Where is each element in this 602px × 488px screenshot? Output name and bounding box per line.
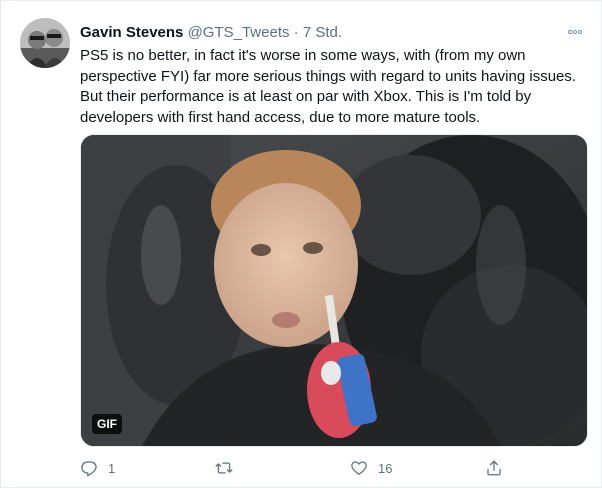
reply-button[interactable]: 1 [80,457,115,479]
reply-count: 1 [108,460,116,476]
tweet-text: PS5 is no better, in fact it's worse in … [80,47,577,126]
share-icon [487,460,501,476]
share-button[interactable] [485,457,503,479]
like-count: 16 [378,460,393,476]
display-name[interactable]: Gavin Stevens [80,24,183,41]
gif-badge: GIF [92,414,122,434]
avatar-image [20,18,70,68]
heart-icon [351,461,367,476]
tweet-header: Gavin Stevens @GTS_Tweets · 7 Std. [80,23,561,43]
retweet-button[interactable] [215,457,243,479]
retweet-icon [215,462,233,474]
more-options-button[interactable] [565,23,585,43]
like-button[interactable]: 16 [350,457,392,479]
gif-media[interactable]: GIF [80,134,588,447]
avatar[interactable] [20,18,70,68]
tweet-actions: 1 16 [80,457,590,479]
gif-preview-image [81,135,587,446]
tweet-card[interactable]: Gavin Stevens @GTS_Tweets · 7 Std. PS5 i… [0,0,602,488]
separator-dot: · [293,24,299,41]
ellipsis-icon [567,29,583,35]
reply-icon [81,461,97,477]
user-handle[interactable]: @GTS_Tweets [188,24,290,41]
timestamp[interactable]: 7 Std. [303,24,342,41]
